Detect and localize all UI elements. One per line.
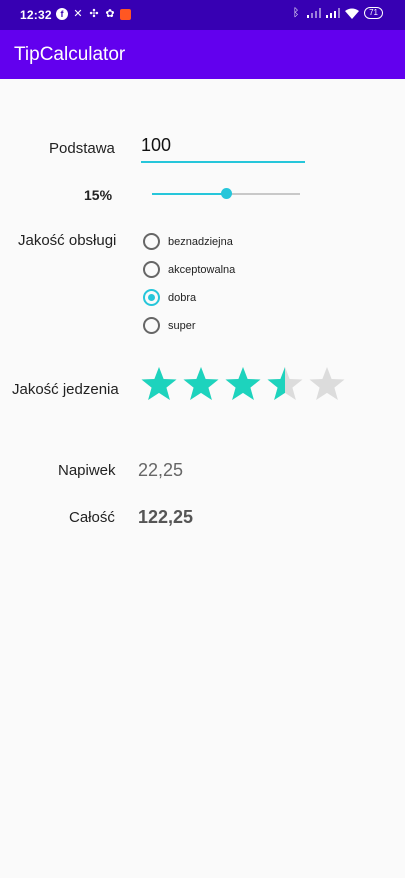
total-value: 122,25 [138, 507, 194, 527]
radio-option-label: dobra [168, 291, 197, 304]
radio-option-label: akceptowalna [168, 263, 236, 276]
radio-option-label: super [168, 319, 196, 332]
base-amount-value: 100 [141, 135, 172, 155]
radio-option-super[interactable]: super [143, 317, 196, 334]
star-icon[interactable] [225, 366, 261, 402]
wifi-icon [345, 8, 360, 19]
facebook-icon: f [56, 8, 68, 20]
service-quality-label: Jakość obsługi [18, 232, 117, 249]
radio-option-beznadziejna[interactable]: beznadziejna [143, 233, 233, 250]
tip-percent-label: 15% [84, 187, 113, 203]
base-label: Podstawa [49, 140, 115, 157]
total-label: Całość [69, 509, 115, 526]
radio-option-label: beznadziejna [168, 235, 233, 248]
radio-button-icon [143, 317, 160, 334]
tip-value: 22,25 [138, 460, 184, 480]
food-quality-rating-bar[interactable] [141, 366, 345, 402]
radio-button-icon [143, 233, 160, 250]
base-amount-input[interactable]: 100 [141, 135, 305, 163]
star-icon[interactable] [141, 366, 177, 402]
radio-button-icon [143, 289, 160, 306]
signal-icon [307, 8, 322, 18]
flower-icon: ✿ [105, 8, 115, 20]
bluetooth-icon: ᛒ [292, 7, 300, 19]
pinwheel-icon: ✣ [89, 8, 99, 20]
food-quality-label: Jakość jedzenia [12, 381, 119, 398]
signal-icon [326, 8, 341, 18]
star-icon[interactable] [267, 366, 303, 402]
tip-percent-slider[interactable] [152, 188, 300, 199]
notification-square-icon [120, 8, 131, 20]
status-time: 12:32 [20, 8, 52, 22]
slider-thumb[interactable] [221, 188, 232, 199]
status-system-icons: ᛒ 71 [290, 7, 383, 19]
tip-label: Napiwek [58, 462, 116, 479]
slider-fill [152, 193, 226, 195]
battery-icon: 71 [364, 7, 383, 19]
radio-option-dobra[interactable]: dobra [143, 289, 196, 306]
star-icon[interactable] [309, 366, 345, 402]
x-icon: ✕ [73, 8, 83, 20]
star-icon[interactable] [183, 366, 219, 402]
app-bar: TipCalculator [0, 30, 405, 79]
radio-button-icon [143, 261, 160, 278]
status-bar: 12:32 f ✕ ✣ ✿ ᛒ 71 [0, 0, 405, 30]
status-notification-icons: f ✕ ✣ ✿ [56, 8, 131, 20]
radio-option-akceptowalna[interactable]: akceptowalna [143, 261, 235, 278]
app-title: TipCalculator [14, 44, 126, 65]
